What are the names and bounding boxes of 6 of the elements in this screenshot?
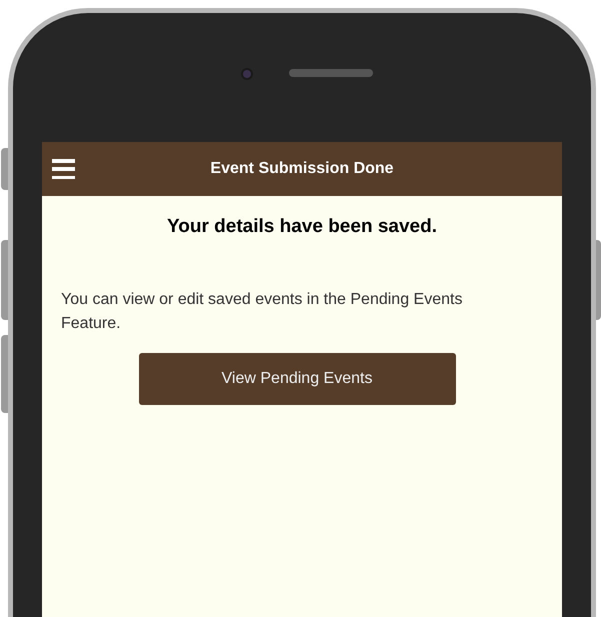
header-title: Event Submission Done [210, 159, 394, 179]
view-pending-events-button[interactable]: View Pending Events [138, 352, 456, 404]
info-message: You can view or edit saved events in the Pending Events Feature. [61, 290, 464, 334]
menu-icon[interactable] [52, 159, 75, 179]
camera-icon [241, 68, 253, 80]
confirmation-heading: Your details have been saved. [167, 215, 437, 239]
